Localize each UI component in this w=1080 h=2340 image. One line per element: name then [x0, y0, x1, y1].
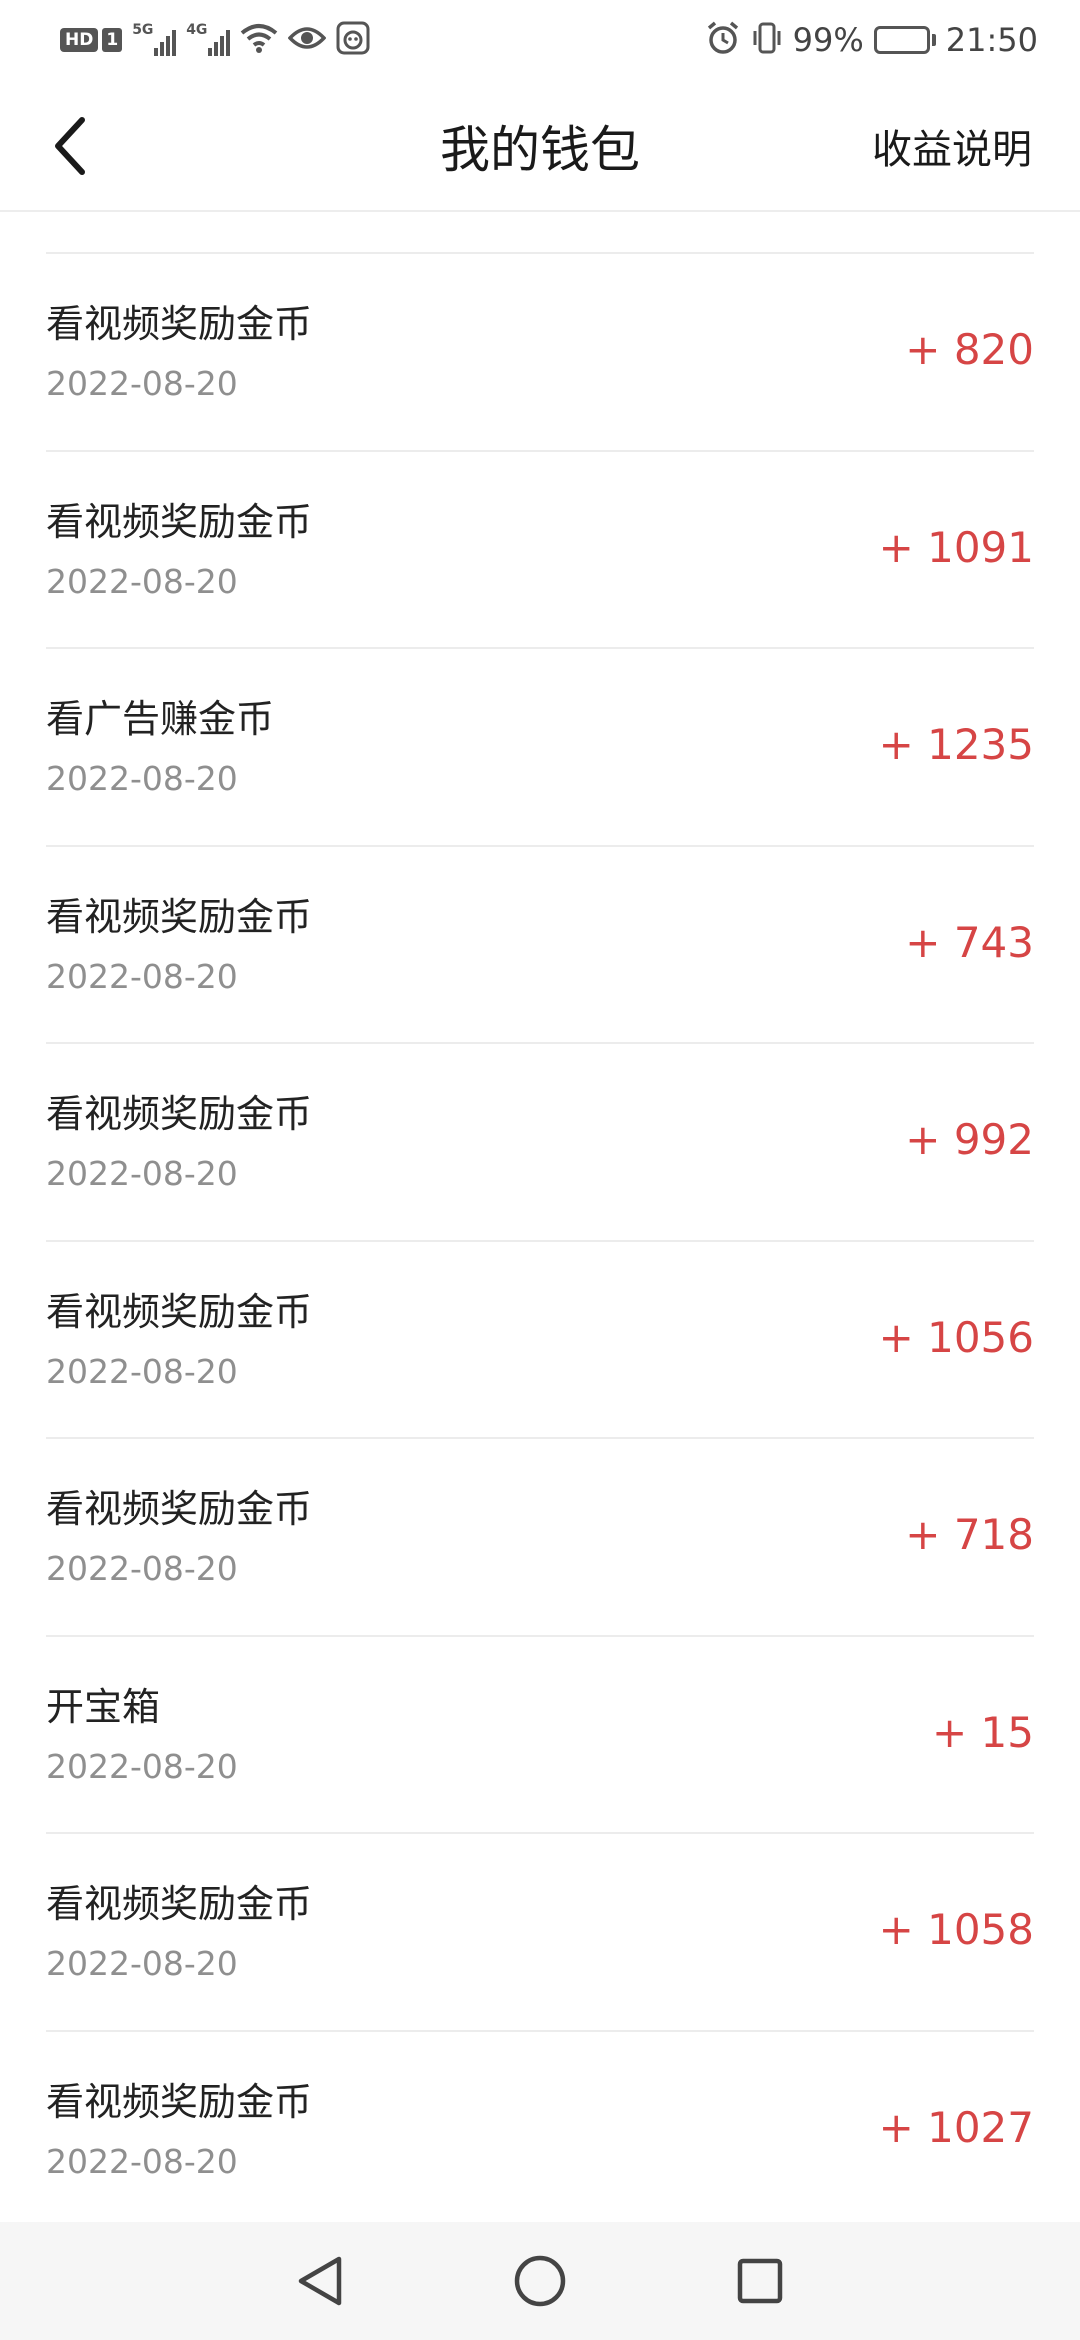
status-bar-left: HD 1 5G 4G	[60, 21, 370, 59]
transaction-amount: + 820	[905, 325, 1034, 374]
transaction-name: 看视频奖励金币	[46, 2079, 313, 2124]
transaction-name: 看视频奖励金币	[46, 499, 313, 544]
transaction-date: 2022-08-20	[46, 1549, 238, 1588]
transaction-date: 2022-08-20	[46, 956, 238, 996]
transaction-date: 2022-08-20	[46, 1746, 238, 1786]
transaction-row[interactable]: 看视频奖励金币 2022-08-20 + 992	[46, 1044, 1034, 1242]
status-bar-right: 99% 21:50	[705, 20, 1038, 60]
system-recents-button[interactable]	[725, 2246, 795, 2316]
transaction-list[interactable]: 看视频奖励金币 2022-08-20 + 820 看视频奖励金币 2022-08…	[0, 212, 1080, 2222]
transaction-name: 看视频奖励金币	[46, 1882, 313, 1926]
transaction-name: 看视频奖励金币	[46, 1487, 313, 1531]
transaction-row[interactable]: 看视频奖励金币 2022-08-20 + 743	[46, 847, 1034, 1044]
hd-label: HD	[60, 28, 99, 52]
system-home-button[interactable]	[505, 2246, 575, 2316]
transaction-date: 2022-08-20	[46, 1351, 238, 1391]
transaction-amount: + 1091	[878, 522, 1034, 572]
signal-5g-tag: 5G	[132, 22, 154, 38]
transaction-date: 2022-08-20	[46, 364, 238, 403]
system-navigation-bar	[0, 2222, 1080, 2340]
hd-indicator: HD 1	[60, 28, 123, 52]
header-bar: 我的钱包 收益说明	[0, 80, 1080, 212]
transaction-amount: + 718	[905, 1510, 1034, 1559]
back-button[interactable]	[40, 116, 100, 176]
sim-label: 1	[102, 28, 123, 52]
transaction-name: 看视频奖励金币	[46, 894, 313, 939]
transaction-date: 2022-08-20	[46, 561, 238, 601]
transaction-name: 开宝箱	[46, 1684, 161, 1729]
transaction-row[interactable]: 看广告赚金币 2022-08-20 + 1235	[46, 649, 1034, 847]
chevron-left-icon	[55, 117, 85, 175]
triangle-back-icon	[298, 2256, 342, 2306]
earnings-explanation-link[interactable]: 收益说明	[872, 80, 1032, 212]
signal-4g-icon: 4G	[186, 22, 231, 56]
transaction-row[interactable]: 看视频奖励金币 2022-08-20 + 1027	[46, 2032, 1034, 2223]
transaction-amount: + 1027	[878, 2102, 1034, 2152]
transaction-amount: + 1056	[878, 1312, 1034, 1362]
transaction-rows: 看视频奖励金币 2022-08-20 + 820 看视频奖励金币 2022-08…	[0, 254, 1080, 2222]
system-back-button[interactable]	[285, 2246, 355, 2316]
transaction-date: 2022-08-20	[46, 759, 238, 798]
signal-4g-tag: 4G	[186, 22, 208, 38]
transaction-row[interactable]: 看视频奖励金币 2022-08-20 + 1058	[46, 1834, 1034, 2032]
transaction-row[interactable]: 开宝箱 2022-08-20 + 15	[46, 1637, 1034, 1834]
status-bar: HD 1 5G 4G 99% 21:50	[0, 0, 1080, 80]
transaction-date: 2022-08-20	[46, 1154, 238, 1193]
transaction-amount: + 15	[932, 1707, 1034, 1757]
clock-time: 21:50	[945, 21, 1038, 59]
transaction-amount: + 1235	[878, 720, 1034, 769]
transaction-date: 2022-08-20	[46, 1944, 238, 1983]
transaction-name: 看视频奖励金币	[46, 1092, 313, 1136]
alarm-icon	[705, 20, 741, 60]
transaction-name: 看广告赚金币	[46, 697, 275, 741]
transaction-name: 看视频奖励金币	[46, 1289, 313, 1334]
signal-5g-icon: 5G	[132, 22, 177, 56]
vibrate-icon	[751, 21, 783, 59]
transaction-row[interactable]: 看视频奖励金币 2022-08-20 + 1091	[46, 452, 1034, 649]
transaction-row[interactable]: 看视频奖励金币 2022-08-20 + 820	[46, 254, 1034, 452]
transaction-name: 看视频奖励金币	[46, 302, 313, 346]
transaction-row[interactable]: 看视频奖励金币 2022-08-20 + 718	[46, 1439, 1034, 1637]
transaction-row[interactable]: 看视频奖励金币 2022-08-20 + 1056	[46, 1242, 1034, 1439]
transaction-amount: + 992	[905, 1115, 1034, 1164]
transaction-amount: + 1058	[878, 1905, 1034, 1954]
circle-home-icon	[514, 2255, 566, 2307]
transaction-amount: + 743	[905, 917, 1034, 967]
wifi-icon	[240, 22, 278, 58]
app-notification-icon	[336, 21, 370, 59]
square-recents-icon	[737, 2258, 783, 2304]
battery-percent: 99%	[792, 21, 864, 59]
eye-comfort-icon	[287, 24, 327, 56]
battery-icon	[873, 26, 936, 54]
transaction-date: 2022-08-20	[46, 2141, 238, 2181]
